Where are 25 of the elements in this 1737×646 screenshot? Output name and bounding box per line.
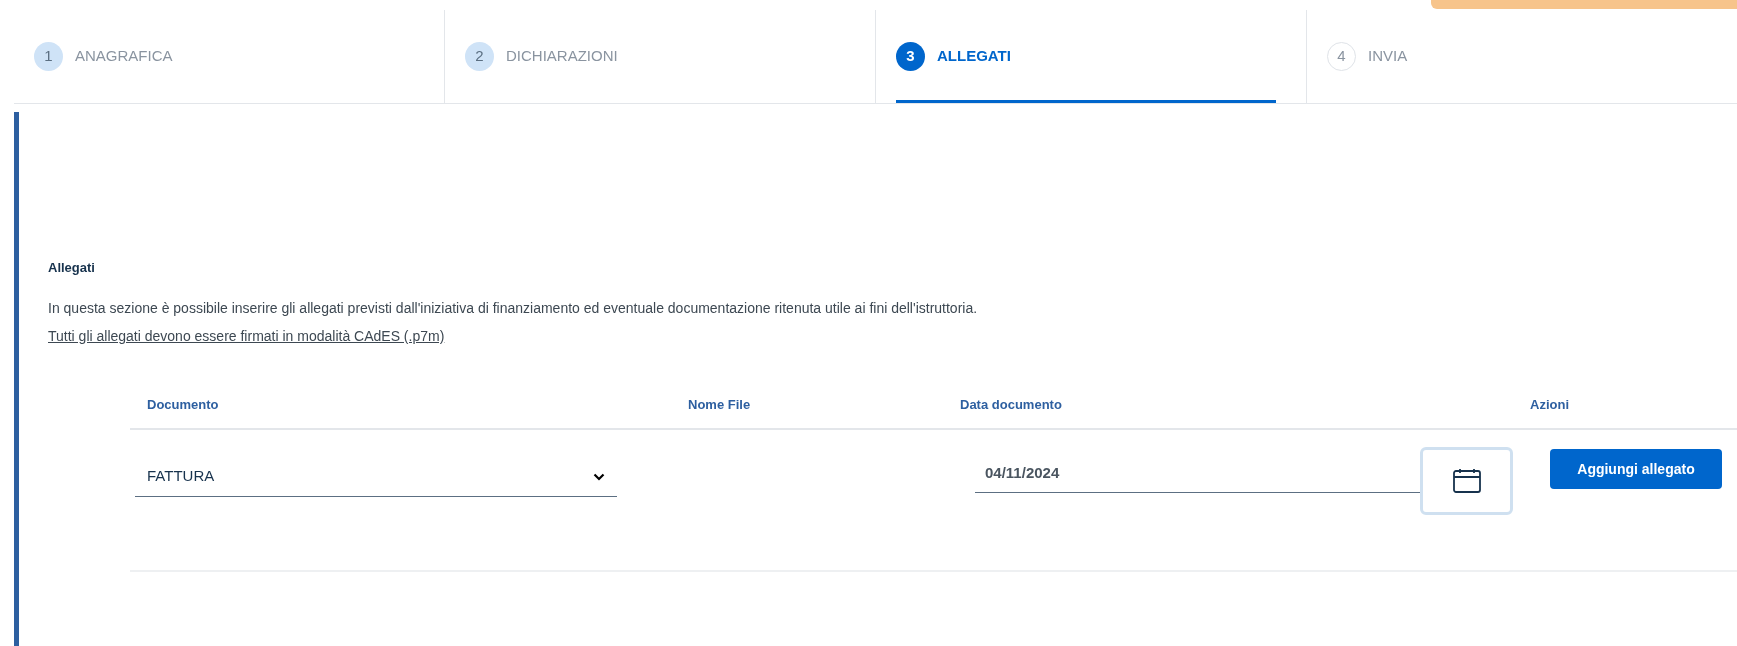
step-number: 4	[1327, 42, 1356, 71]
section-description: In questa sezione è possibile inserire gli allegati previsti dall'iniziativa di finanziamento ed eventuale documentazione ritenuta utile ai fini dell'istruttoria.	[48, 298, 979, 318]
date-field[interactable]: 04/11/2024	[975, 455, 1420, 493]
add-attachment-button[interactable]: Aggiungi allegato	[1550, 449, 1722, 489]
step-label: ANAGRAFICA	[75, 46, 173, 67]
section-title: Allegati	[48, 259, 96, 277]
signature-link[interactable]: Tutti gli allegati devono essere firmati in modalità CAdES (.p7m)	[48, 325, 445, 347]
document-select[interactable]: FATTURA	[135, 457, 617, 497]
step-label: INVIA	[1368, 46, 1408, 67]
step-number: 1	[34, 42, 63, 71]
step-tab[interactable]: 3 ALLEGATI	[875, 10, 1306, 103]
step-tab[interactable]: 4 INVIA	[1306, 10, 1737, 103]
column-header: Azioni	[1530, 395, 1570, 414]
step-tab[interactable]: 1 ANAGRAFICA	[14, 10, 444, 103]
step-tab[interactable]: 2 DICHIARAZIONI	[444, 10, 875, 103]
column-header: Nome File	[688, 395, 752, 414]
calendar-button[interactable]	[1420, 447, 1513, 515]
step-number: 3	[896, 42, 925, 71]
column-header: Documento	[147, 395, 220, 414]
calendar-icon	[1451, 468, 1482, 494]
chevron-down-icon	[593, 472, 605, 481]
step-label: ALLEGATI	[937, 46, 1011, 67]
column-header: Data documento	[960, 395, 1063, 414]
step-label: DICHIARAZIONI	[506, 46, 618, 67]
step-number: 2	[465, 42, 494, 71]
